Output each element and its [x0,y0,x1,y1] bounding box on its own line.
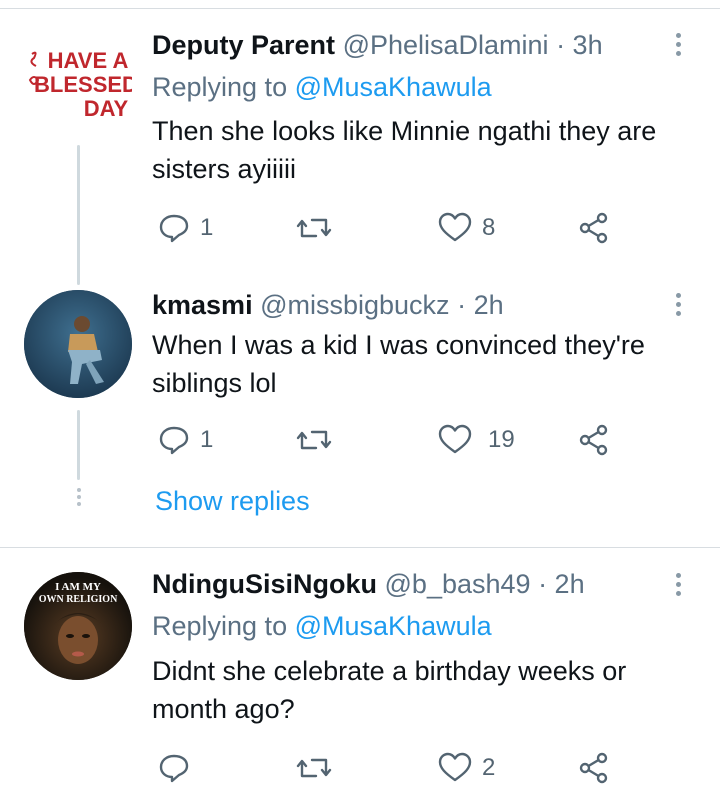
timestamp[interactable]: · 2h [538,569,585,599]
share-button[interactable] [578,212,610,244]
share-button[interactable] [578,424,610,456]
reply-icon [159,426,189,455]
like-count: 8 [482,214,496,241]
tweet-header: NdinguSisiNgoku @b_bash49 · 2h [152,567,585,601]
user-handle[interactable]: @PhelisaDlamini [343,30,549,60]
avatar-text-line: OWN RELIGION [39,594,118,605]
more-options-icon[interactable] [676,293,684,320]
show-replies-link[interactable]: Show replies [155,486,310,517]
avatar-text-line: HAVE A [48,48,129,73]
reply-icon [159,754,189,783]
thread-line [77,410,80,480]
tweet-header: Deputy Parent @PhelisaDlamini · 3h [152,28,603,62]
avatar-image: HAVE A BLESSED DAY [28,48,132,121]
display-name[interactable]: kmasmi [152,290,253,320]
replying-to-label: Replying to [152,611,288,641]
mention-link[interactable]: @MusaKhawula [295,611,492,641]
reply-count: 1 [200,426,214,453]
avatar[interactable]: HAVE A BLESSED DAY [24,22,132,130]
more-options-icon[interactable] [676,33,684,60]
like-count: 19 [488,426,515,453]
timestamp[interactable]: · 3h [556,30,603,60]
share-icon [579,212,608,244]
retweet-button[interactable] [296,212,342,244]
retweet-icon [296,218,332,238]
avatar-image [24,290,132,398]
tweet-text: Then she looks like Minnie ngathi they a… [152,116,657,184]
timestamp[interactable]: · 2h [457,290,504,320]
reply-button[interactable]: 1 [158,212,213,244]
more-options-icon[interactable] [676,573,684,600]
thread-line [77,145,80,285]
retweet-button[interactable] [296,752,342,784]
tweet-text: When I was a kid I was convinced they're… [152,330,645,398]
display-name[interactable]: Deputy Parent [152,30,335,60]
share-icon [579,424,608,456]
reply-icon [159,214,189,243]
tweet-text: Didnt she celebrate a birthday weeks or … [152,656,627,724]
thread-divider [0,547,720,548]
like-button[interactable]: 8 [438,212,495,244]
replying-to-label: Replying to [152,72,288,102]
heart-icon [438,212,472,242]
heart-icon [438,424,472,454]
thread-continuation-dots [76,488,82,509]
top-divider [0,8,720,9]
avatar[interactable] [24,290,132,398]
reply-count: 1 [200,214,214,241]
like-count: 2 [482,754,496,781]
mention-link[interactable]: @MusaKhawula [295,72,492,102]
avatar-image: I AM MY OWN RELIGION [24,572,132,680]
avatar-text-line: I AM MY [55,581,101,593]
retweet-button[interactable] [296,424,342,456]
reply-button[interactable] [158,752,200,784]
like-button[interactable]: 19 [438,424,515,456]
avatar-text-line: DAY [84,96,129,121]
reply-button[interactable]: 1 [158,424,213,456]
share-button[interactable] [578,752,610,784]
tweet-header: kmasmi @missbigbuckz · 2h [152,288,504,322]
like-button[interactable]: 2 [438,752,495,784]
user-handle[interactable]: @missbigbuckz [260,290,449,320]
display-name[interactable]: NdinguSisiNgoku [152,569,377,599]
share-icon [579,752,608,784]
avatar[interactable]: I AM MY OWN RELIGION [24,572,132,680]
avatar-text-line: BLESSED [34,72,132,97]
replying-to: Replying to @MusaKhawula [152,70,492,104]
retweet-icon [296,430,332,450]
user-handle[interactable]: @b_bash49 [385,569,531,599]
replying-to: Replying to @MusaKhawula [152,609,492,643]
retweet-icon [296,758,332,778]
heart-icon [438,752,472,782]
